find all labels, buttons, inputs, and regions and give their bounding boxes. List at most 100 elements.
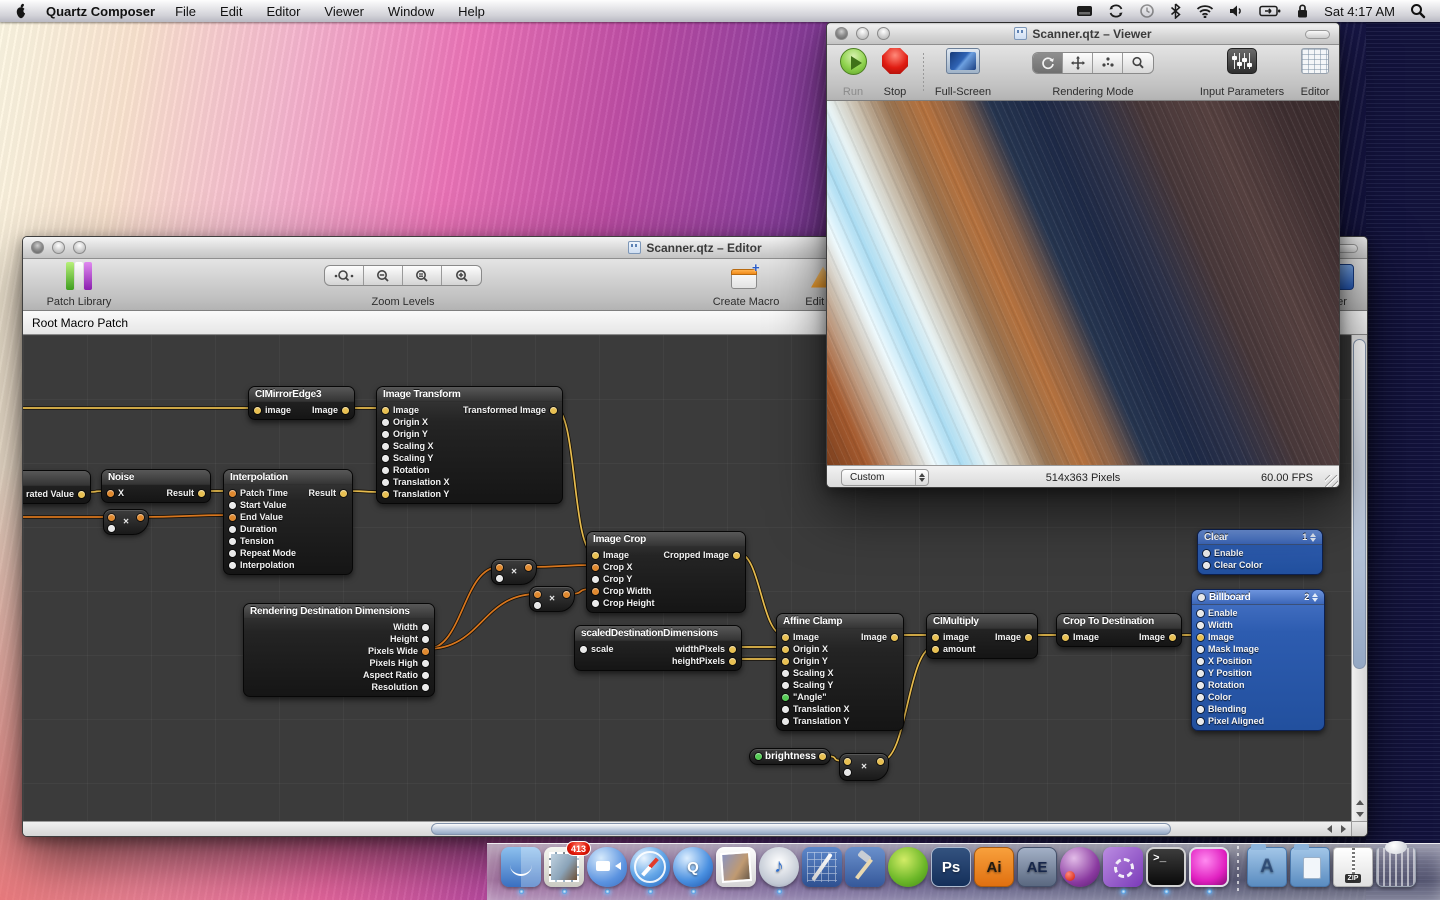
- port-dot[interactable]: [592, 599, 599, 607]
- rendering-mode-particle-segment[interactable]: [1093, 53, 1123, 73]
- dock-safari[interactable]: [630, 847, 670, 894]
- zoom-actual-size-button[interactable]: [325, 266, 364, 285]
- scroll-right-arrow[interactable]: [1336, 822, 1351, 835]
- port-dot[interactable]: [782, 645, 789, 653]
- documents-folder-icon[interactable]: [1290, 844, 1330, 887]
- dock-ichat[interactable]: [587, 847, 627, 894]
- port-dot[interactable]: [1025, 633, 1032, 641]
- lock-icon[interactable]: [1296, 3, 1309, 19]
- port-dot[interactable]: [592, 563, 599, 571]
- zoom-button[interactable]: [73, 241, 86, 254]
- port-dot[interactable]: [1169, 633, 1176, 641]
- finder-icon[interactable]: [501, 847, 541, 887]
- port-dot[interactable]: [382, 442, 389, 450]
- port-dot[interactable]: [1197, 621, 1204, 629]
- spotlight-icon[interactable]: [1410, 3, 1426, 19]
- qc-icon[interactable]: [1103, 847, 1143, 887]
- dock-greenapp[interactable]: [888, 847, 928, 894]
- patch-multiply-1[interactable]: ×: [103, 509, 149, 535]
- port-dot[interactable]: [1197, 645, 1204, 653]
- zoom-button[interactable]: [877, 27, 890, 40]
- quicktime-icon[interactable]: Q: [673, 847, 713, 887]
- patch-multiply-2[interactable]: ×: [491, 559, 537, 585]
- patch-scaled-destination-dimensions[interactable]: scaledDestinationDimensions scale widthPix…: [574, 625, 742, 671]
- port-dot[interactable]: [1197, 693, 1204, 701]
- port-dot[interactable]: [1197, 717, 1204, 725]
- port-dot[interactable]: [782, 705, 789, 713]
- vertical-scrollbar-thumb[interactable]: [1353, 339, 1366, 669]
- mail-icon[interactable]: 413: [544, 841, 591, 887]
- port-dot[interactable]: [782, 669, 789, 677]
- minimize-button[interactable]: [52, 241, 65, 254]
- terminal-icon[interactable]: >_: [1146, 847, 1186, 887]
- wifi-icon[interactable]: [1196, 4, 1214, 18]
- layer-badge[interactable]: 1: [1302, 530, 1316, 545]
- menu-viewer[interactable]: Viewer: [324, 4, 364, 19]
- port-dot[interactable]: [422, 647, 429, 655]
- dock-globe[interactable]: [1060, 847, 1100, 894]
- itunes-icon[interactable]: ♪: [759, 847, 799, 887]
- zoom-in-button[interactable]: [442, 266, 481, 285]
- port-dot[interactable]: [229, 549, 236, 557]
- dock-ae[interactable]: AE: [1017, 847, 1057, 894]
- port-dot[interactable]: [382, 430, 389, 438]
- battery-icon[interactable]: [1259, 4, 1281, 18]
- ichat-icon[interactable]: [587, 847, 627, 887]
- dock-qc[interactable]: [1103, 847, 1143, 894]
- rendering-mode-inspect-segment[interactable]: [1123, 53, 1153, 73]
- menu-file[interactable]: File: [175, 4, 196, 19]
- menu-edit[interactable]: Edit: [220, 4, 242, 19]
- patch-multiply-4[interactable]: ×: [839, 753, 889, 781]
- port-dot[interactable]: [229, 537, 236, 545]
- port-dot[interactable]: [932, 645, 939, 653]
- menubar-clock[interactable]: Sat 4:17 AM: [1324, 4, 1395, 19]
- bluetooth-icon[interactable]: [1170, 3, 1181, 19]
- dock-trash[interactable]: [1376, 841, 1416, 894]
- port-dot[interactable]: [382, 454, 389, 462]
- displays-icon[interactable]: [1076, 4, 1093, 18]
- port-dot[interactable]: [382, 490, 389, 498]
- port-dot[interactable]: [254, 406, 261, 414]
- zoom-out-button[interactable]: [364, 266, 403, 285]
- patch-noise[interactable]: Noise X Result: [101, 469, 211, 503]
- applications-folder-icon[interactable]: A: [1247, 844, 1287, 887]
- patch-clear[interactable]: Clear 1 Enable Clear Color: [1197, 529, 1323, 575]
- port-dot[interactable]: [592, 551, 599, 559]
- port-dot[interactable]: [819, 753, 827, 760]
- patch-multiply-3[interactable]: ×: [529, 586, 575, 612]
- globe-icon[interactable]: [1060, 847, 1100, 887]
- port-dot[interactable]: [422, 671, 429, 679]
- port-dot[interactable]: [729, 645, 736, 653]
- menu-app-name[interactable]: Quartz Composer: [46, 4, 155, 19]
- ib-icon[interactable]: [802, 847, 842, 887]
- port-dot[interactable]: [782, 657, 789, 665]
- trash-icon[interactable]: [1376, 841, 1416, 887]
- dock-zip-file[interactable]: ZIP: [1333, 847, 1373, 894]
- patch-library-button[interactable]: Patch Library: [31, 262, 127, 308]
- ae-icon[interactable]: AE: [1017, 847, 1057, 887]
- viewer-titlebar[interactable]: Scanner.qtz – Viewer: [827, 23, 1339, 45]
- menu-editor[interactable]: Editor: [266, 4, 300, 19]
- magenta-icon[interactable]: [1189, 847, 1229, 887]
- port-dot[interactable]: [733, 551, 740, 559]
- port-dot[interactable]: [782, 633, 789, 641]
- port-dot[interactable]: [729, 657, 736, 665]
- run-button[interactable]: Run: [837, 48, 869, 98]
- dock-mail[interactable]: 413: [544, 841, 591, 894]
- zoom-fit-button[interactable]: [403, 266, 442, 285]
- port-dot[interactable]: [1197, 609, 1204, 617]
- dock-ai[interactable]: Ai: [974, 847, 1014, 894]
- ps-icon[interactable]: Ps: [931, 847, 971, 887]
- toolbar-toggle-capsule[interactable]: [1305, 30, 1330, 39]
- dock-documents-folder[interactable]: [1290, 844, 1330, 894]
- port-dot[interactable]: [78, 490, 85, 498]
- port-dot[interactable]: [1203, 561, 1210, 569]
- patch-interpolation[interactable]: Interpolation Patch Time Result Start Value…: [223, 469, 353, 575]
- port-dot[interactable]: [229, 489, 236, 497]
- sync-icon[interactable]: [1108, 3, 1124, 19]
- dock-ps[interactable]: Ps: [931, 847, 971, 894]
- port-dot[interactable]: [782, 681, 789, 689]
- port-dot[interactable]: [229, 501, 236, 509]
- dock-finder[interactable]: [501, 847, 541, 894]
- patch-cimirroredge3[interactable]: CIMirrorEdge3 image Image: [248, 386, 355, 420]
